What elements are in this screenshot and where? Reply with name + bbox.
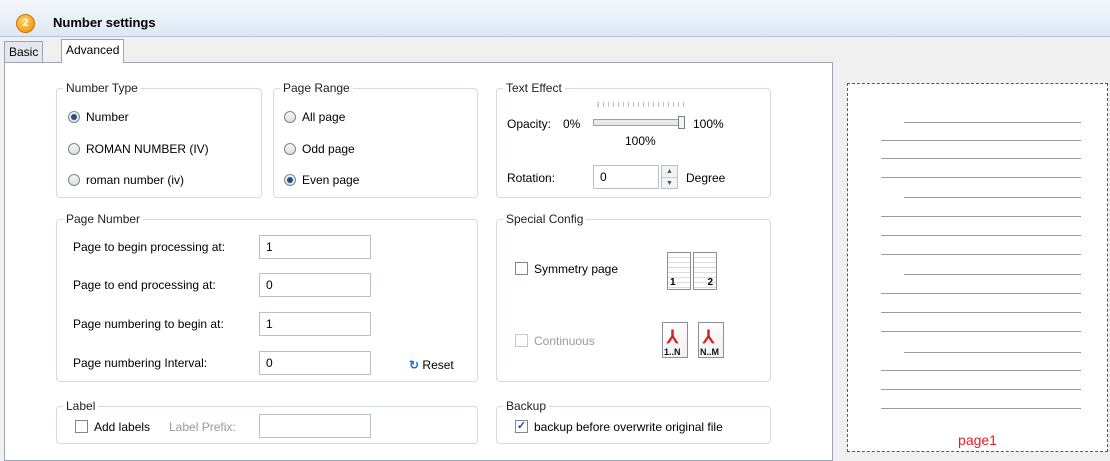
stepper-up-icon[interactable]: ▲ [662, 166, 677, 178]
preview-line [881, 254, 1081, 255]
reset-button[interactable]: ↻ Reset [409, 358, 454, 372]
page-range-legend: Page Range [280, 81, 353, 95]
page-number-legend: Page Number [63, 212, 144, 226]
preview-page-label: page1 [958, 432, 997, 448]
preview-line [881, 331, 1081, 332]
radio-roman-lower-label: roman number (iv) [86, 173, 185, 187]
pdf-right-caption: N..M [700, 347, 719, 357]
symmetry-left-number: 1 [670, 277, 676, 288]
backup-legend: Backup [503, 399, 550, 413]
continuous-label: Continuous [534, 334, 595, 348]
symmetry-label: Symmetry page [534, 262, 619, 276]
backup-label: backup before overwrite original file [534, 420, 723, 434]
page-preview: page1 [847, 83, 1108, 452]
label-prefix-input[interactable] [259, 414, 371, 438]
symmetry-right-number: 2 [707, 277, 713, 288]
radio-roman-lower[interactable] [68, 174, 80, 186]
window-title: Number settings [53, 15, 156, 30]
radio-even-page-label: Even page [302, 173, 360, 187]
opacity-value: 100% [625, 134, 656, 148]
radio-all-page[interactable] [284, 111, 296, 123]
add-labels-label: Add labels [94, 420, 151, 434]
preview-line [881, 177, 1081, 178]
preview-line [881, 312, 1081, 313]
preview-line [904, 122, 1081, 123]
reset-label: Reset [422, 358, 454, 372]
preview-line [881, 216, 1081, 217]
preview-line [904, 197, 1081, 198]
label-group: Label Add labels Label Prefix: [56, 399, 478, 444]
radio-all-page-label: All page [302, 110, 346, 124]
numbering-interval-label: Page numbering Interval: [73, 356, 208, 370]
preview-line [881, 370, 1081, 371]
end-processing-label: Page to end processing at: [73, 278, 216, 292]
radio-odd-page-label: Odd page [302, 142, 355, 156]
preview-line [881, 408, 1081, 409]
preview-line [904, 274, 1081, 275]
end-processing-input[interactable]: 0 [259, 273, 371, 297]
symmetry-page-left-icon: 1 [667, 252, 691, 290]
radio-odd-page[interactable] [284, 143, 296, 155]
rotation-label: Rotation: [507, 171, 556, 185]
add-labels-checkbox[interactable] [75, 420, 88, 433]
pdf-left-icon: ⅄ 1..N [662, 322, 688, 358]
radio-number-label: Number [86, 110, 129, 124]
stepper-down-icon[interactable]: ▼ [662, 178, 677, 189]
numbering-begin-input[interactable]: 1 [259, 312, 371, 336]
opacity-min-label: 0% [563, 117, 581, 131]
opacity-slider-thumb[interactable] [678, 116, 685, 129]
page-number-group: Page Number Page to begin processing at:… [56, 212, 478, 382]
symmetry-checkbox[interactable] [515, 262, 528, 275]
tab-basic[interactable]: Basic [4, 41, 44, 63]
special-config-group: Special Config Symmetry page 1 2 Continu… [496, 212, 771, 382]
pdf-right-icon: ⅄ N..M [698, 322, 724, 358]
step-badge-icon: 2 [16, 14, 35, 33]
radio-even-page[interactable] [284, 174, 296, 186]
title-bar: 2 Number settings [0, 0, 1110, 37]
number-type-legend: Number Type [63, 81, 141, 95]
text-effect-legend: Text Effect [503, 81, 565, 95]
rotation-stepper[interactable]: ▲ ▼ [661, 165, 678, 189]
continuous-checkbox[interactable] [515, 334, 528, 347]
refresh-icon: ↻ [409, 358, 420, 372]
number-type-group: Number Type Number ROMAN NUMBER (IV) rom… [56, 81, 262, 198]
backup-checkbox[interactable]: ✓ [515, 420, 528, 433]
radio-number[interactable] [68, 111, 80, 123]
preview-line [881, 293, 1081, 294]
backup-group: Backup ✓ backup before overwrite origina… [496, 399, 771, 444]
advanced-panel: Number Type Number ROMAN NUMBER (IV) rom… [4, 62, 833, 461]
pdf-glyph-icon: ⅄ [667, 327, 678, 347]
text-effect-group: Text Effect Opacity: 0% 100% 100% Rotati… [496, 81, 771, 198]
preview-line [881, 158, 1081, 159]
numbering-interval-input[interactable]: 0 [259, 351, 371, 375]
degree-label: Degree [686, 171, 726, 185]
opacity-label: Opacity: [507, 117, 552, 131]
preview-line [881, 389, 1081, 390]
label-prefix-label: Label Prefix: [169, 420, 236, 434]
page-range-group: Page Range All page Odd page Even page [273, 81, 478, 198]
begin-processing-input[interactable]: 1 [259, 235, 371, 259]
special-config-legend: Special Config [503, 212, 587, 226]
preview-line [904, 352, 1081, 353]
tab-advanced[interactable]: Advanced [61, 39, 125, 63]
opacity-max-label: 100% [693, 117, 724, 131]
label-legend: Label [63, 399, 99, 413]
opacity-ticks [597, 102, 686, 107]
pdf-glyph-icon: ⅄ [703, 327, 714, 347]
opacity-slider[interactable] [593, 119, 685, 126]
radio-roman-upper-label: ROMAN NUMBER (IV) [86, 142, 209, 156]
numbering-begin-label: Page numbering to begin at: [73, 317, 224, 331]
symmetry-page-right-icon: 2 [693, 252, 717, 290]
pdf-left-caption: 1..N [664, 347, 681, 357]
rotation-input[interactable]: 0 [593, 165, 659, 189]
begin-processing-label: Page to begin processing at: [73, 240, 226, 254]
preview-line [881, 140, 1081, 141]
preview-line [881, 235, 1081, 236]
radio-roman-upper[interactable] [68, 143, 80, 155]
